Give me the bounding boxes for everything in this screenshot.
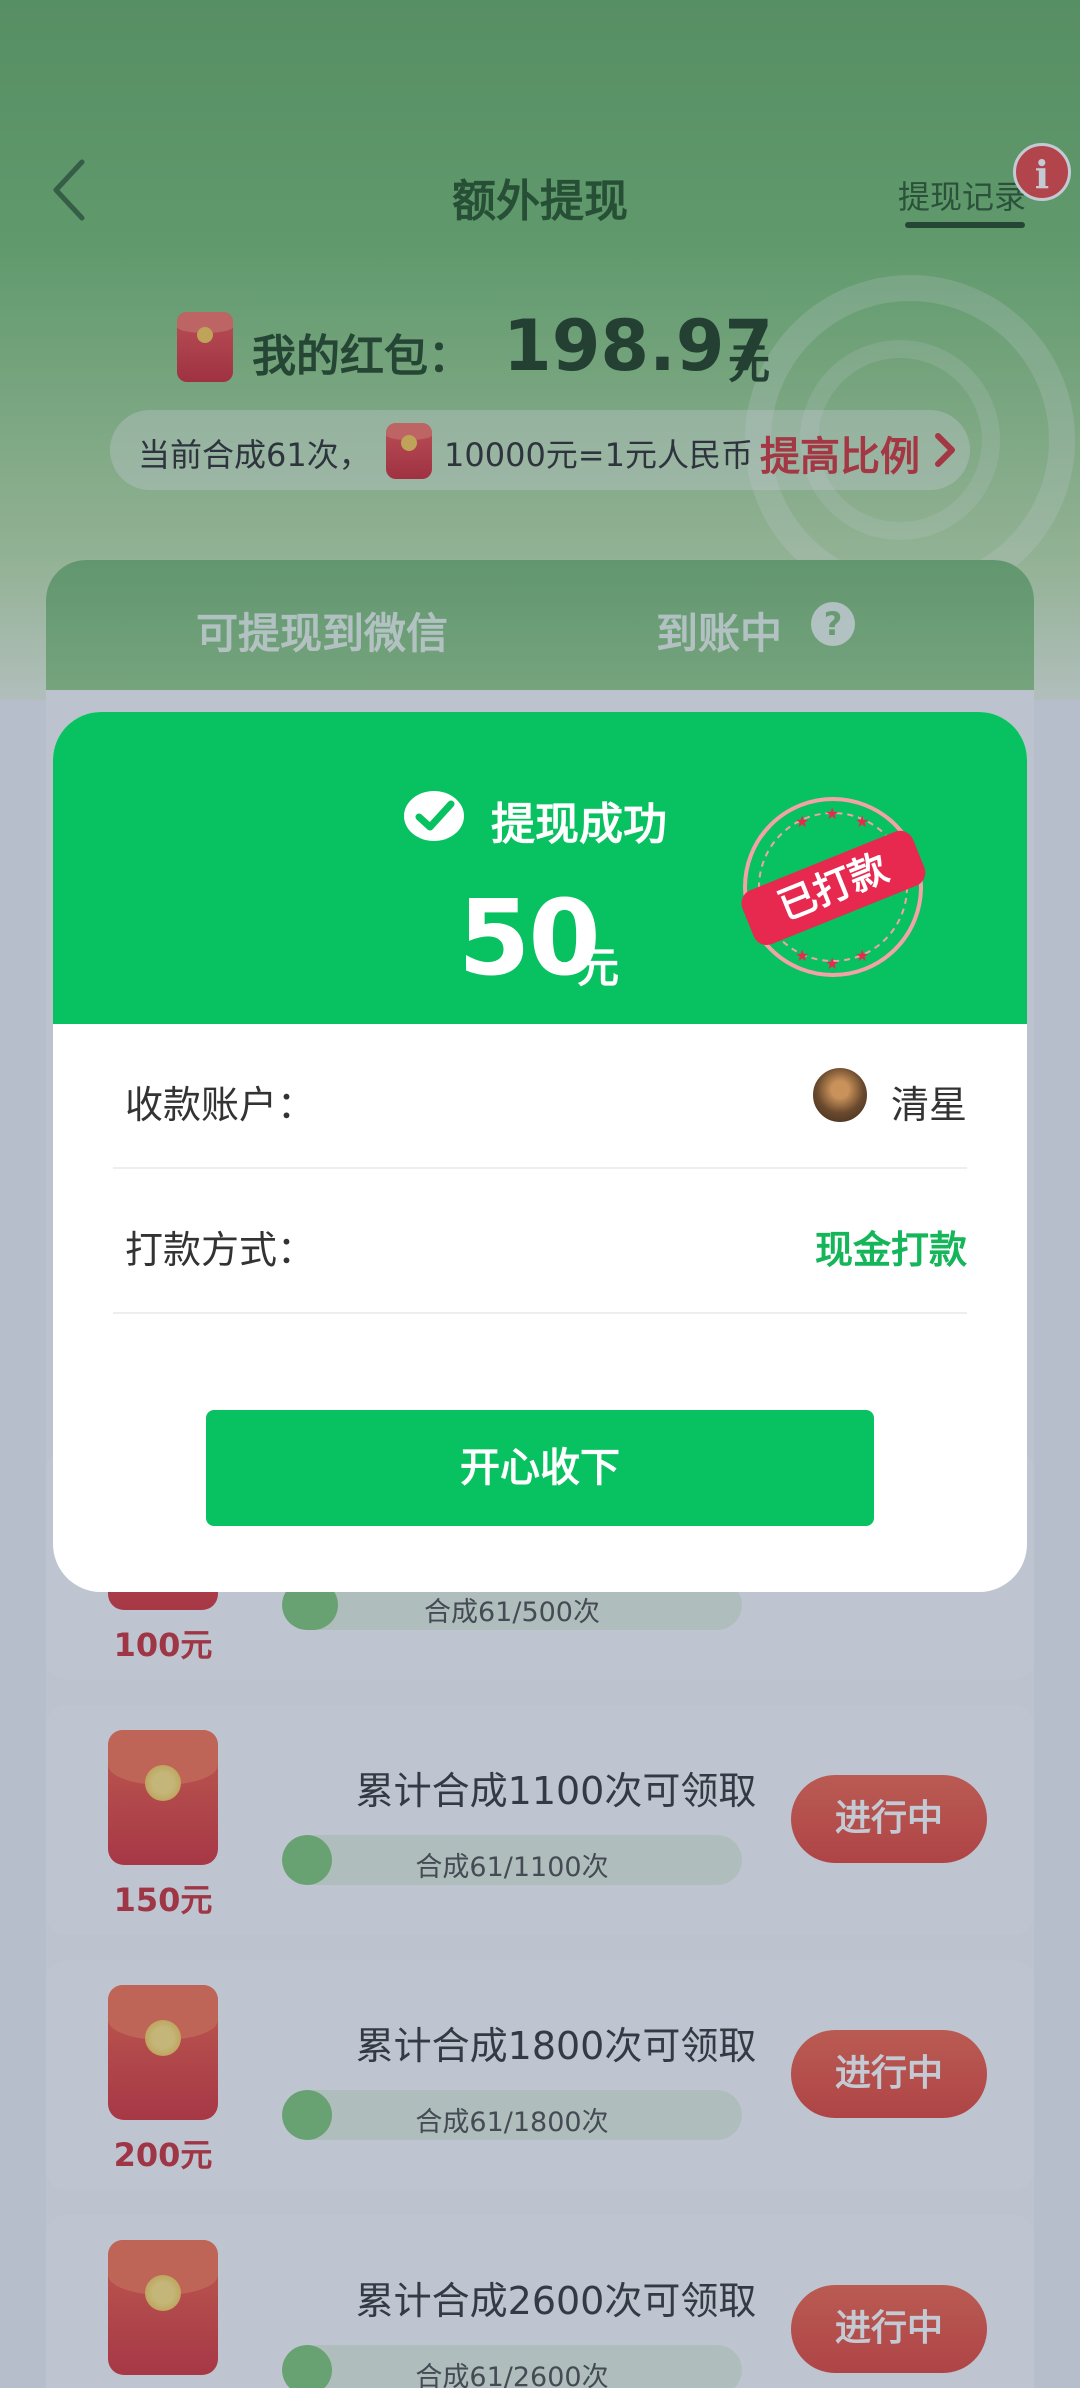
account-row: 收款账户： 清星: [113, 1024, 967, 1169]
withdraw-amount-unit: 元: [577, 943, 620, 992]
avatar: [811, 1066, 869, 1124]
payment-method-row: 打款方式： 现金打款: [113, 1169, 967, 1314]
accept-button[interactable]: 开心收下: [206, 1410, 874, 1526]
account-label: 收款账户：: [125, 1083, 316, 1127]
payment-method-label: 打款方式：: [125, 1228, 316, 1272]
dialog-title: 提现成功: [491, 799, 667, 850]
svg-text:★: ★: [795, 946, 809, 965]
withdraw-success-dialog: 提现成功 50 元 ★ ★ ★ ★ ★ ★ 已打款 收款账户： 清星 打款方式：…: [53, 712, 1027, 1592]
account-name: 清星: [890, 1083, 967, 1127]
payment-method-value: 现金打款: [814, 1228, 967, 1272]
svg-text:★: ★: [825, 804, 839, 823]
svg-text:★: ★: [855, 812, 869, 831]
paid-stamp: ★ ★ ★ ★ ★ ★ 已打款: [741, 797, 926, 977]
svg-text:★: ★: [795, 812, 809, 831]
dialog-header: 提现成功 50 元 ★ ★ ★ ★ ★ ★ 已打款: [53, 712, 1027, 1024]
check-icon: [404, 791, 464, 841]
svg-text:★: ★: [855, 946, 869, 965]
svg-text:★: ★: [825, 954, 839, 973]
